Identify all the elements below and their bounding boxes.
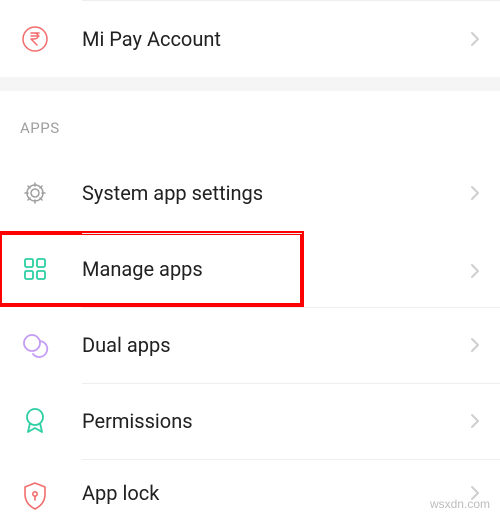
dual-apps-label: Dual apps xyxy=(82,333,470,357)
system-app-settings-label: System app settings xyxy=(82,181,470,205)
rupee-icon xyxy=(20,24,50,54)
chevron-right-icon xyxy=(470,337,480,353)
divider xyxy=(82,383,500,384)
watermark-text: wsxdn.com xyxy=(430,497,490,511)
dual-circles-icon xyxy=(20,330,50,360)
manage-apps-highlight-box: Manage apps xyxy=(0,233,302,305)
permissions-row[interactable]: Permissions xyxy=(0,383,500,459)
manage-apps-label: Manage apps xyxy=(82,257,282,281)
chevron-right-icon xyxy=(470,413,480,429)
dual-apps-row[interactable]: Dual apps xyxy=(0,307,500,383)
app-lock-row[interactable]: App lock xyxy=(0,459,500,515)
badge-icon xyxy=(20,406,50,436)
mi-pay-account-row[interactable]: Mi Pay Account xyxy=(0,1,500,77)
manage-apps-row[interactable]: Manage apps xyxy=(0,233,302,305)
apps-section-group: APPS System app settings xyxy=(0,91,500,515)
divider xyxy=(82,233,302,234)
chevron-right-icon xyxy=(470,263,480,279)
system-app-settings-row[interactable]: System app settings xyxy=(0,155,500,231)
divider xyxy=(82,307,500,308)
chevron-right-icon xyxy=(470,31,480,47)
apps-section-header: APPS xyxy=(0,91,500,155)
apps-grid-icon xyxy=(20,254,50,284)
shield-lock-icon xyxy=(20,481,50,511)
permissions-label: Permissions xyxy=(82,409,470,433)
gear-icon xyxy=(20,178,50,208)
chevron-right-icon xyxy=(470,185,480,201)
divider xyxy=(82,459,500,460)
mi-pay-account-label: Mi Pay Account xyxy=(82,27,470,51)
app-lock-label: App lock xyxy=(82,481,470,505)
top-section-group: Mi Pay Account xyxy=(0,0,500,77)
section-gap xyxy=(0,77,500,91)
